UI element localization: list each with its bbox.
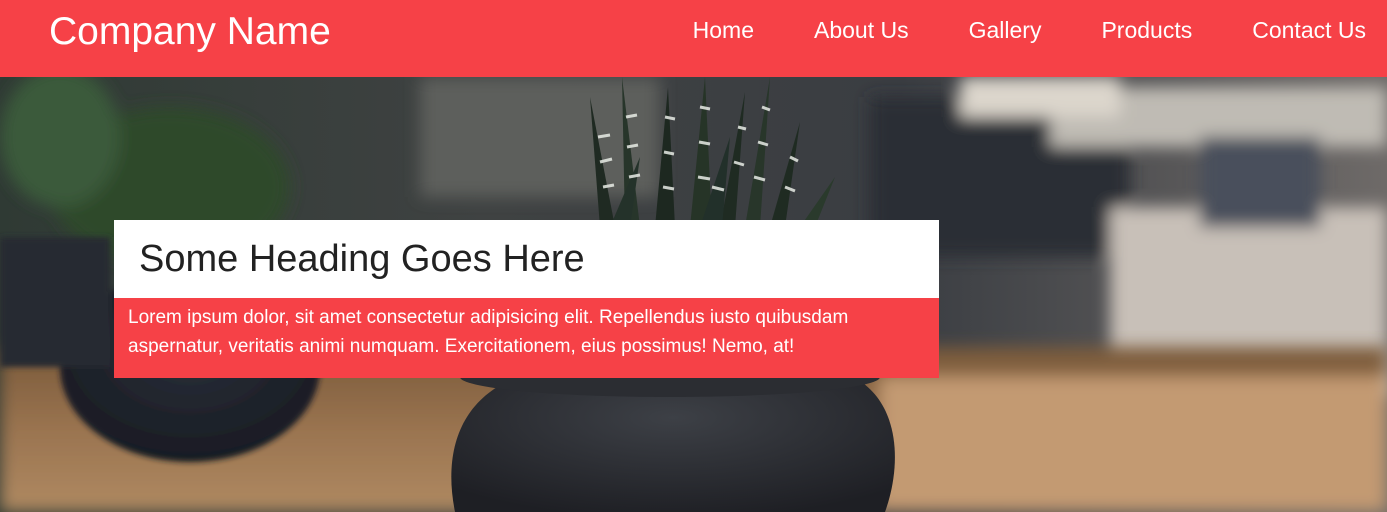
hero-paragraph: Lorem ipsum dolor, sit amet consectetur …: [128, 307, 849, 357]
main-nav: Home About Us Gallery Products Contact U…: [693, 12, 1366, 48]
top-navbar: Company Name Home About Us Gallery Produ…: [0, 0, 1387, 77]
nav-link-home[interactable]: Home: [693, 12, 754, 48]
page: Company Name Home About Us Gallery Produ…: [0, 0, 1387, 512]
nav-link-gallery[interactable]: Gallery: [969, 12, 1042, 48]
nav-link-about-us[interactable]: About Us: [814, 12, 909, 48]
nav-link-contact-us[interactable]: Contact Us: [1252, 12, 1366, 48]
hero-heading: Some Heading Goes Here: [139, 238, 585, 280]
caption-heading-box: Some Heading Goes Here: [114, 220, 939, 298]
caption-text-box: Lorem ipsum dolor, sit amet consectetur …: [114, 298, 939, 378]
nav-link-products[interactable]: Products: [1101, 12, 1192, 48]
brand-logo-text[interactable]: Company Name: [49, 8, 331, 56]
